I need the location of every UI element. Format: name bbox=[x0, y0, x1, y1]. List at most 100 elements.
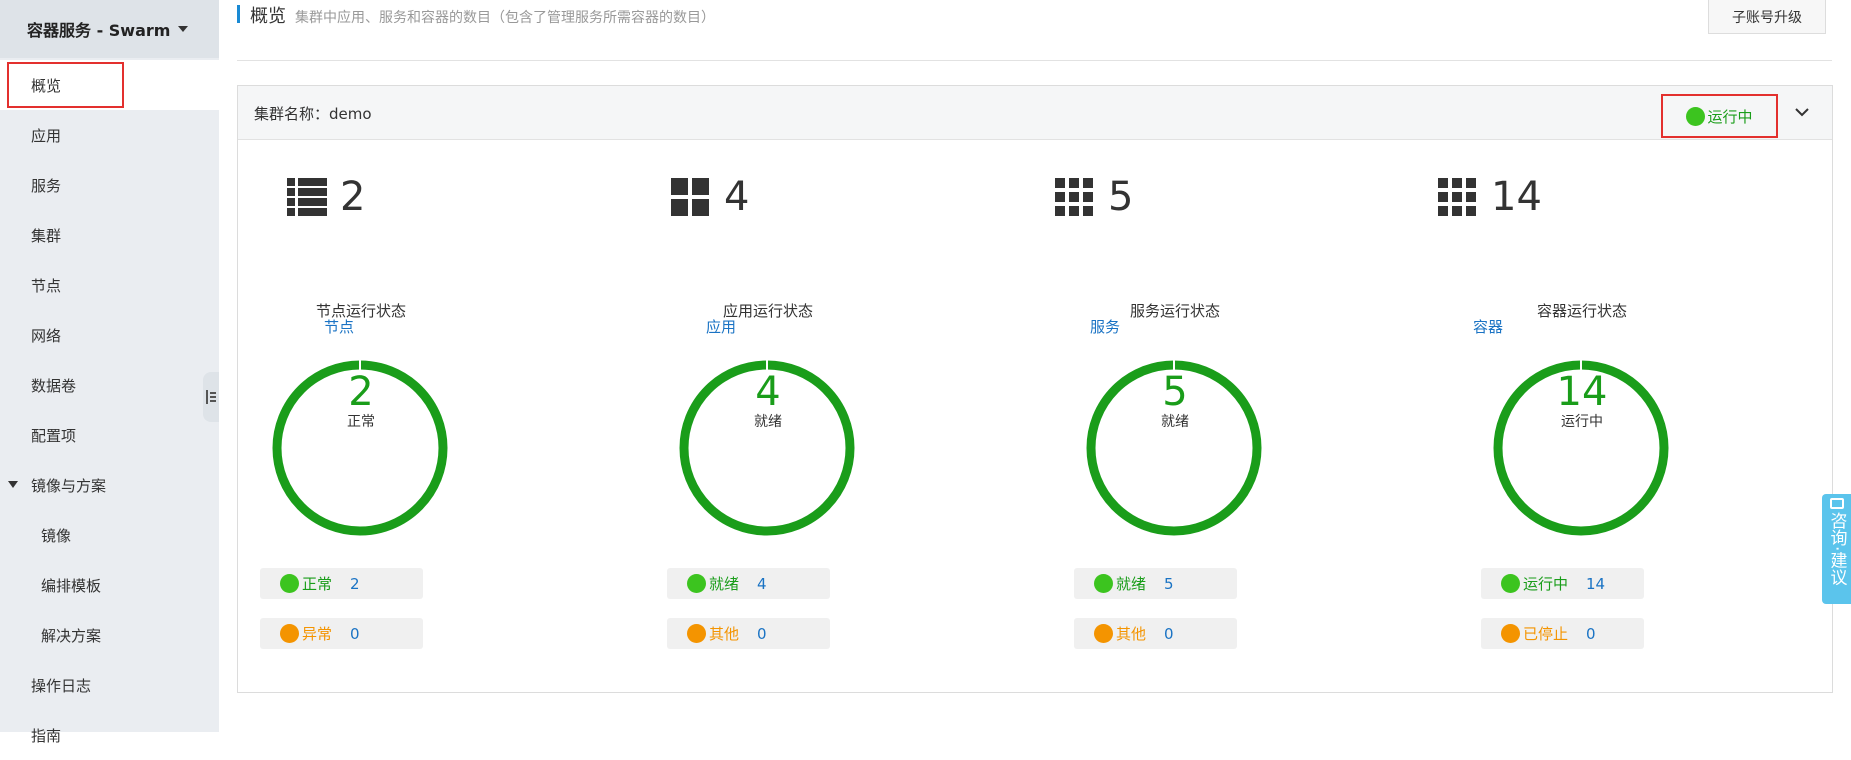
sidebar-item-nodes[interactable]: 节点 bbox=[0, 260, 219, 310]
ring-total: 14 bbox=[1556, 369, 1608, 415]
ring-total: 4 bbox=[755, 369, 781, 415]
legend-bad: 已停止 0 bbox=[1481, 618, 1644, 649]
caret-down-icon bbox=[8, 481, 18, 488]
sidebar: 容器服务 - Swarm 概览 应用 服务 集群 节点 网络 数据卷 配置项 镜… bbox=[0, 0, 219, 745]
sidebar-item-solutions[interactable]: 解决方案 bbox=[0, 610, 219, 660]
sidebar-item-configs[interactable]: 配置项 bbox=[0, 410, 219, 460]
sidebar-item-label: 数据卷 bbox=[31, 376, 77, 395]
legend-bad-value: 0 bbox=[1586, 624, 1596, 643]
sidebar-item-images[interactable]: 镜像 bbox=[0, 510, 219, 560]
ring-label: 就绪 bbox=[754, 414, 782, 430]
page-header: 概览 集群中应用、服务和容器的数目（包含了管理服务所需容器的数目） 子账号升级 bbox=[237, 0, 1832, 61]
legend-ok-label: 就绪 bbox=[709, 575, 740, 593]
sidebar-item-label: 指南 bbox=[31, 726, 62, 745]
legend-bad: 异常 0 bbox=[260, 618, 423, 649]
legend-bad: 其他 0 bbox=[1074, 618, 1237, 649]
status-chart: 容器运行状态 14 运行中 运行中 14 已停止 0 bbox=[1467, 300, 1697, 649]
caret-down-icon bbox=[178, 26, 189, 32]
sidebar-item-services[interactable]: 服务 bbox=[0, 160, 219, 210]
ring-label: 运行中 bbox=[1561, 414, 1603, 430]
chart-title: 容器运行状态 bbox=[1536, 302, 1627, 320]
sidebar-item-label: 网络 bbox=[31, 326, 62, 345]
sidebar-item-clusters[interactable]: 集群 bbox=[0, 210, 219, 260]
status-chart: 节点运行状态 2 正常 正常 2 异常 0 bbox=[246, 300, 476, 649]
legend-ok-value: 14 bbox=[1586, 574, 1606, 593]
legend-bad-value: 0 bbox=[757, 624, 767, 643]
legend-ok: 正常 2 bbox=[260, 568, 423, 599]
legend-ok-label: 正常 bbox=[302, 575, 333, 593]
page-title: 概览 bbox=[250, 6, 286, 27]
sidebar-item-label: 应用 bbox=[31, 126, 62, 145]
legend-bad-value: 0 bbox=[1164, 624, 1174, 643]
stat-value: 5 bbox=[1108, 174, 1134, 220]
stat-value: 4 bbox=[724, 174, 750, 220]
green-dot-icon bbox=[1501, 574, 1520, 593]
collapse-icon bbox=[206, 390, 216, 404]
chevron-down-icon[interactable] bbox=[1794, 104, 1810, 120]
sidebar-item-label: 节点 bbox=[31, 276, 62, 295]
status-chart: 服务运行状态 5 就绪 就绪 5 其他 0 bbox=[1060, 300, 1290, 649]
ring-label: 就绪 bbox=[1161, 414, 1189, 430]
legend-bad: 其他 0 bbox=[667, 618, 830, 649]
stat-value: 14 bbox=[1491, 174, 1542, 220]
sidebar-item-operation-logs[interactable]: 操作日志 bbox=[0, 660, 219, 710]
chart-title: 服务运行状态 bbox=[1129, 302, 1220, 320]
feedback-tab[interactable]: 咨询·建议 bbox=[1822, 494, 1851, 604]
sidebar-item-templates[interactable]: 编排模板 bbox=[0, 560, 219, 610]
sidebar-item-label: 镜像 bbox=[41, 526, 72, 545]
legend-bad-value: 0 bbox=[350, 624, 360, 643]
sidebar-collapse-toggle[interactable] bbox=[203, 372, 219, 422]
legend-ok-label: 运行中 bbox=[1523, 575, 1569, 593]
sidebar-item-label: 集群 bbox=[31, 226, 62, 245]
sidebar-group-images[interactable]: 镜像与方案 bbox=[0, 460, 219, 510]
cluster-name: 集群名称：demo bbox=[254, 105, 372, 123]
legend-ok: 就绪 4 bbox=[667, 568, 830, 599]
upgrade-subaccount-button[interactable]: 子账号升级 bbox=[1708, 0, 1826, 34]
status-dot-icon bbox=[1686, 106, 1706, 126]
legend-ok: 就绪 5 bbox=[1074, 568, 1237, 599]
orange-dot-icon bbox=[1501, 624, 1520, 643]
legend-bad-label: 异常 bbox=[302, 625, 333, 643]
page-description: 集群中应用、服务和容器的数目（包含了管理服务所需容器的数目） bbox=[295, 10, 715, 26]
stat-value: 2 bbox=[340, 174, 366, 220]
legend-ok-value: 4 bbox=[757, 574, 767, 593]
grid-9-icon bbox=[1055, 178, 1093, 216]
sidebar-item-applications[interactable]: 应用 bbox=[0, 110, 219, 160]
chart-title: 节点运行状态 bbox=[315, 302, 406, 320]
legend-bad-label: 已停止 bbox=[1523, 625, 1569, 643]
sidebar-item-volumes[interactable]: 数据卷 bbox=[0, 360, 219, 410]
grid-4-icon bbox=[671, 178, 709, 216]
legend-bad-label: 其他 bbox=[1116, 625, 1147, 643]
sidebar-item-label: 配置项 bbox=[31, 426, 77, 445]
sidebar-item-networks[interactable]: 网络 bbox=[0, 310, 219, 360]
sidebar-item-label: 编排模板 bbox=[41, 576, 102, 595]
ring-total: 5 bbox=[1162, 369, 1188, 415]
sidebar-item-guide[interactable]: 指南 bbox=[0, 710, 219, 760]
legend-ok-label: 就绪 bbox=[1116, 575, 1147, 593]
ring-total: 2 bbox=[348, 369, 374, 415]
status-chart: 应用运行状态 4 就绪 就绪 4 其他 0 bbox=[653, 300, 883, 649]
legend-ok: 运行中 14 bbox=[1481, 568, 1644, 599]
sidebar-item-overview[interactable]: 概览 bbox=[0, 60, 219, 110]
chart-title: 应用运行状态 bbox=[722, 302, 813, 320]
green-dot-icon bbox=[687, 574, 706, 593]
green-dot-icon bbox=[1094, 574, 1113, 593]
legend-bad-label: 其他 bbox=[709, 625, 740, 643]
chat-icon bbox=[1829, 498, 1844, 509]
ring-label: 正常 bbox=[347, 414, 375, 430]
title-accent-bar bbox=[237, 5, 240, 23]
sidebar-item-label: 镜像与方案 bbox=[31, 476, 107, 495]
list-icon bbox=[287, 178, 327, 216]
orange-dot-icon bbox=[280, 624, 299, 643]
legend-ok-value: 2 bbox=[350, 574, 360, 593]
feedback-label: 咨询·建议 bbox=[1826, 512, 1847, 586]
green-dot-icon bbox=[280, 574, 299, 593]
highlight-box bbox=[7, 62, 124, 108]
cluster-panel-header: 集群名称：demo 运行中 bbox=[238, 86, 1832, 140]
grid-9-icon bbox=[1438, 178, 1476, 216]
cluster-status: 运行中 bbox=[1661, 94, 1778, 138]
legend-ok-value: 5 bbox=[1164, 574, 1174, 593]
product-switcher[interactable]: 容器服务 - Swarm bbox=[0, 0, 219, 58]
cluster-status-label: 运行中 bbox=[1707, 107, 1753, 126]
sidebar-item-label: 服务 bbox=[31, 176, 62, 195]
